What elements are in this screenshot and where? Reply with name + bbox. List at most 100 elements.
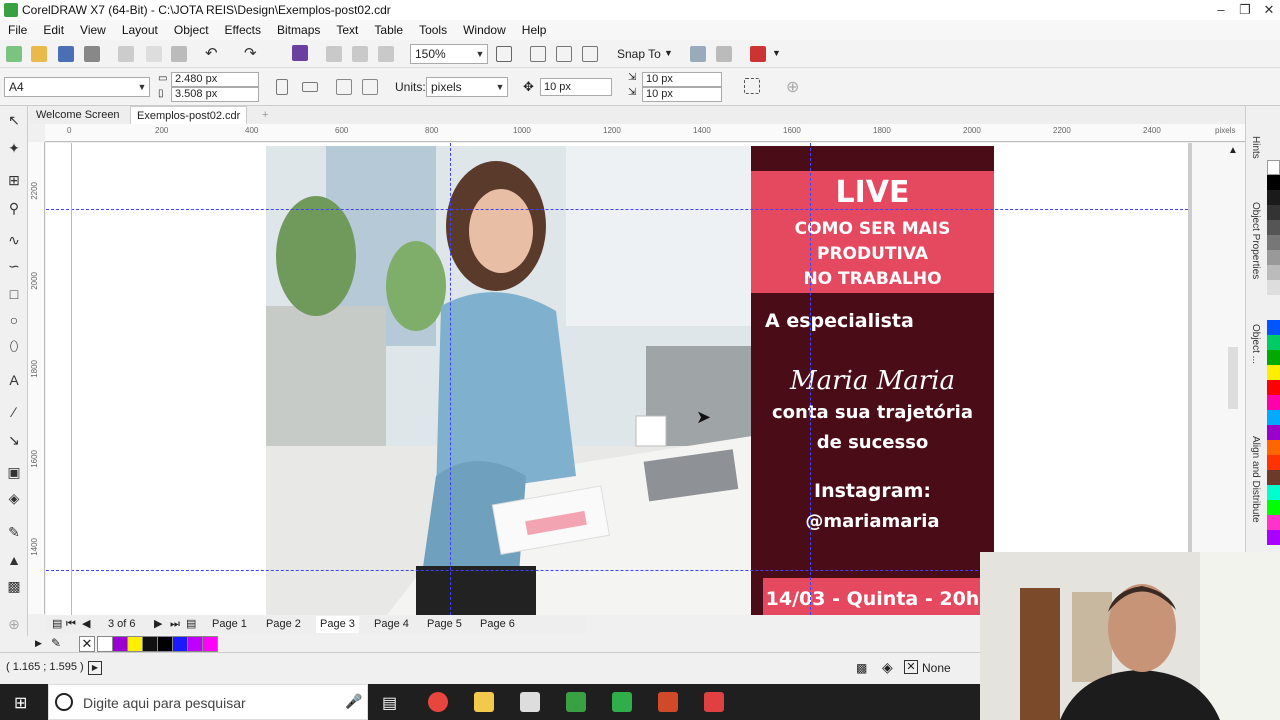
- tab-welcome-screen[interactable]: Welcome Screen: [30, 106, 126, 124]
- page-tab-3[interactable]: Page 3: [316, 616, 359, 633]
- palette-scroll-icon[interactable]: ▶: [35, 638, 42, 649]
- next-page-icon[interactable]: ▶: [150, 616, 166, 633]
- prev-page-icon[interactable]: ◀: [78, 616, 94, 633]
- menu-help[interactable]: Help: [514, 23, 555, 37]
- menu-effects[interactable]: Effects: [217, 23, 269, 37]
- color-swatch-yellow[interactable]: [1267, 365, 1280, 380]
- import-icon[interactable]: [326, 46, 342, 62]
- color-swatch-cyan[interactable]: [1267, 410, 1280, 425]
- eyedropper-icon[interactable]: ✎: [51, 636, 61, 650]
- menu-tools[interactable]: Tools: [411, 23, 455, 37]
- snap-to-dropdown[interactable]: Snap To: [617, 47, 661, 61]
- calculator-icon[interactable]: [520, 692, 540, 712]
- color-swatch-black[interactable]: [142, 636, 158, 652]
- chrome-icon[interactable]: [428, 692, 448, 712]
- vertical-scrollbar[interactable]: ▲: [1188, 143, 1245, 615]
- menu-table[interactable]: Table: [366, 23, 411, 37]
- color-swatch-violet[interactable]: [1267, 530, 1280, 545]
- file-explorer-icon[interactable]: [474, 692, 494, 712]
- docker-tab-hints[interactable]: Hints: [1250, 136, 1261, 159]
- color-swatch-lime[interactable]: [1267, 500, 1280, 515]
- color-swatch-magenta[interactable]: [1267, 515, 1280, 530]
- chevron-down-icon[interactable]: ▼: [772, 48, 781, 58]
- crop-tool-icon[interactable]: ⊞: [6, 172, 22, 188]
- color-swatch-red-orange[interactable]: [1267, 455, 1280, 470]
- fill-icon[interactable]: ◈: [882, 659, 893, 676]
- smart-fill-icon[interactable]: ▩: [6, 578, 22, 594]
- application-launcher-icon[interactable]: [750, 46, 766, 62]
- page-width-field[interactable]: 2.480 px: [171, 72, 259, 87]
- cut-icon[interactable]: [118, 46, 134, 62]
- color-swatch-green[interactable]: [1267, 335, 1280, 350]
- duplicate-x-field[interactable]: 10 px: [642, 72, 722, 87]
- date-bar[interactable]: 14/03 - Quinta - 20h: [763, 578, 981, 615]
- color-swatch-gray-20[interactable]: [1267, 280, 1280, 295]
- color-swatch-aqua[interactable]: [1267, 485, 1280, 500]
- units-combo[interactable]: pixels ▼: [426, 77, 508, 97]
- freehand-tool-icon[interactable]: ∿: [6, 232, 22, 248]
- minimize-button[interactable]: –: [1208, 0, 1234, 20]
- export-icon[interactable]: [352, 46, 368, 62]
- zoom-tool-icon[interactable]: ⚲: [6, 200, 22, 216]
- drawing-canvas[interactable]: LIVE COMO SER MAIS PRODUTIVA NO TRABALHO…: [46, 143, 1188, 615]
- menu-layout[interactable]: Layout: [114, 23, 166, 37]
- page-tab-4[interactable]: Page 4: [370, 616, 413, 633]
- color-swatch-blue[interactable]: [172, 636, 188, 652]
- menu-file[interactable]: File: [0, 23, 35, 37]
- microphone-icon[interactable]: 🎤: [345, 693, 362, 710]
- new-document-icon[interactable]: [6, 46, 22, 62]
- taskbar-search-box[interactable]: Digite aqui para pesquisar 🎤: [48, 684, 368, 720]
- options-icon[interactable]: [690, 46, 706, 62]
- color-swatch-gray-80[interactable]: [1267, 205, 1280, 220]
- color-swatch-purple[interactable]: [112, 636, 128, 652]
- color-swatch-yellow[interactable]: [127, 636, 143, 652]
- color-swatch-gray-90[interactable]: [1267, 190, 1280, 205]
- document-settings-icon[interactable]: ▩: [856, 661, 867, 675]
- color-swatch-violet[interactable]: [187, 636, 203, 652]
- shape-tool-icon[interactable]: ✦: [6, 140, 22, 156]
- color-swatch-white[interactable]: [97, 636, 113, 652]
- portrait-icon[interactable]: [276, 79, 288, 95]
- add-tool-icon[interactable]: ⊕: [6, 616, 22, 632]
- redo-icon[interactable]: ↷: [244, 46, 260, 62]
- polygon-tool-icon[interactable]: ⬯: [6, 338, 22, 354]
- page-tab-6[interactable]: Page 6: [476, 616, 519, 633]
- color-swatch-blue[interactable]: [1267, 320, 1280, 335]
- color-swatch-magenta[interactable]: [202, 636, 218, 652]
- publish-pdf-icon[interactable]: [378, 46, 394, 62]
- docker-tab-object-properties[interactable]: Object Properties: [1250, 202, 1261, 279]
- vertical-guideline[interactable]: [810, 143, 811, 615]
- full-screen-icon[interactable]: [496, 46, 512, 62]
- windows-start-icon[interactable]: ⊞: [14, 693, 27, 713]
- vertical-ruler[interactable]: 2200 2000 1800 1600 1400: [28, 142, 45, 614]
- close-button[interactable]: ✕: [1256, 0, 1280, 20]
- tab-document[interactable]: Exemplos-post02.cdr: [130, 106, 248, 124]
- duplicate-y-field[interactable]: 10 px: [642, 87, 722, 102]
- menu-bitmaps[interactable]: Bitmaps: [269, 23, 328, 37]
- align-icon[interactable]: [716, 46, 732, 62]
- show-rulers-icon[interactable]: [530, 46, 546, 62]
- transparency-tool-icon[interactable]: ◈: [6, 490, 22, 506]
- drop-shadow-tool-icon[interactable]: ▣: [6, 464, 22, 480]
- copy-icon[interactable]: [146, 46, 162, 62]
- color-swatch-gray-40[interactable]: [1267, 265, 1280, 280]
- color-swatch-purple[interactable]: [1267, 425, 1280, 440]
- maximize-button[interactable]: ❐: [1232, 0, 1258, 20]
- page-tab-1[interactable]: Page 1: [208, 616, 251, 633]
- photo-woman-at-desk[interactable]: [266, 146, 752, 615]
- nudge-distance-field[interactable]: 10 px: [540, 78, 612, 96]
- color-swatch-gray-50[interactable]: [1267, 250, 1280, 265]
- pick-tool-icon[interactable]: ↖: [6, 112, 22, 128]
- add-preset-icon[interactable]: ⊕: [786, 77, 799, 97]
- save-icon[interactable]: [58, 46, 74, 62]
- page-tab-2[interactable]: Page 2: [262, 616, 305, 633]
- text-tool-icon[interactable]: A: [6, 372, 22, 388]
- ellipse-tool-icon[interactable]: ○: [6, 312, 22, 328]
- search-content-icon[interactable]: [292, 45, 308, 61]
- connector-tool-icon[interactable]: ↘: [6, 432, 22, 448]
- show-guidelines-icon[interactable]: [582, 46, 598, 62]
- color-swatch-red[interactable]: [1267, 380, 1280, 395]
- landscape-icon[interactable]: [302, 82, 318, 92]
- artistic-media-icon[interactable]: ∽: [6, 258, 22, 274]
- color-swatch-black[interactable]: [1267, 175, 1280, 190]
